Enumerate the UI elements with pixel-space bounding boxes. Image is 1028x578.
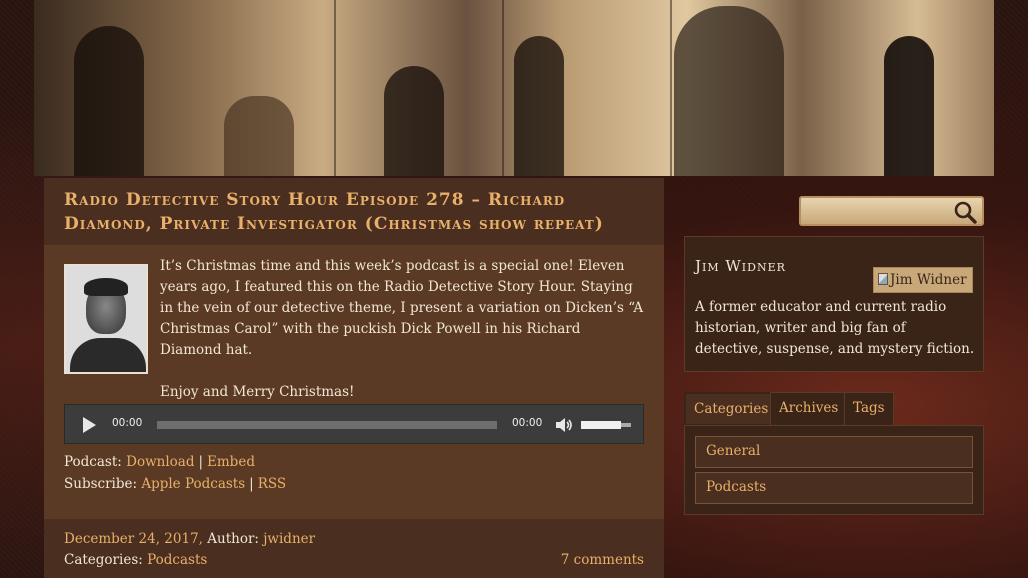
rss-link[interactable]: RSS [258,476,286,492]
duration-time: 00:00 [512,417,543,429]
current-time: 00:00 [112,417,143,429]
tab-archives[interactable]: Archives [770,392,848,426]
broken-image-icon [878,273,888,285]
sidebar: Jim Widner Jim Widner A former educator … [684,178,984,578]
separator: | [249,476,254,492]
category-item-podcasts[interactable]: Podcasts [695,472,973,504]
audio-player: 00:00 00:00 [64,404,644,444]
author-bio: A former educator and current radio hist… [695,299,975,357]
post-body: It’s Christmas time and this week’s podc… [44,246,664,518]
post-title-bar: Radio Detective Story Hour Episode 278 –… [44,178,664,246]
category-link[interactable]: Podcasts [147,552,207,568]
post-content: It’s Christmas time and this week’s podc… [160,256,644,403]
search-icon[interactable] [952,200,978,224]
play-icon[interactable] [83,417,96,433]
post-paragraph: Enjoy and Merry Christmas! [160,384,355,400]
post-image [64,264,148,374]
tab-categories[interactable]: Categories [684,392,779,426]
embed-link[interactable]: Embed [207,454,255,470]
podcast-meta: Podcast: Download | Embed Subscribe: Apple… [64,451,286,495]
podcast-label: Podcast: [64,454,122,470]
search-input[interactable] [805,201,945,221]
separator: | [198,454,204,470]
volume-slider[interactable] [581,421,631,429]
author-widget: Jim Widner Jim Widner A former educator … [684,236,984,372]
category-item-general[interactable]: General [695,436,973,468]
search-box [799,196,984,226]
volume-fill [581,421,621,429]
tab-tags[interactable]: Tags [844,392,894,426]
author-image: Jim Widner [873,267,973,293]
categories-label: Categories: [64,552,143,568]
post-article: Radio Detective Story Hour Episode 278 –… [44,178,664,578]
post-footer: December 24, 2017, Author: jwidner Categ… [44,518,664,578]
author-image-alt: Jim Widner [890,272,967,288]
download-link[interactable]: Download [126,454,194,470]
volume-icon[interactable] [555,417,573,433]
header-banner-image [34,0,994,176]
post-title[interactable]: Radio Detective Story Hour Episode 278 –… [64,188,644,236]
categories-panel: General Podcasts [684,425,984,515]
progress-track[interactable] [157,421,497,429]
subscribe-label: Subscribe: [64,476,138,492]
apple-podcasts-link[interactable]: Apple Podcasts [141,476,245,492]
post-date-link[interactable]: December 24, 2017, [64,531,203,547]
comments-link[interactable]: 7 comments [561,550,644,571]
author-link[interactable]: jwidner [263,531,315,547]
author-label: Author: [207,531,259,547]
post-paragraph: It’s Christmas time and this week’s podc… [160,258,644,358]
